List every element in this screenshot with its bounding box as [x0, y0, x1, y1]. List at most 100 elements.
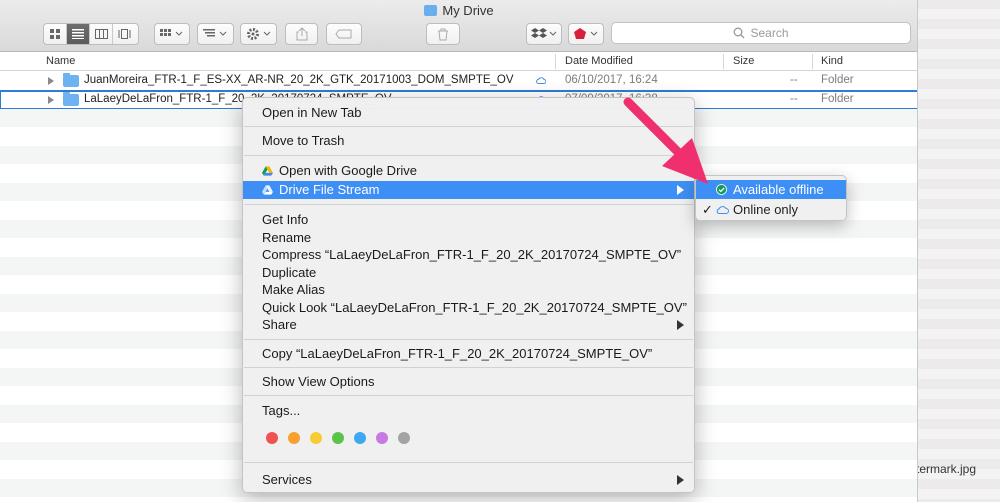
tag-color-dot[interactable]	[310, 432, 322, 444]
pointer-arrow-annotation	[623, 97, 708, 184]
column-date-header[interactable]: Date Modified	[565, 55, 633, 67]
view-mode-segmented	[43, 23, 139, 45]
folder-icon	[424, 5, 438, 16]
coverflow-view-icon[interactable]	[113, 24, 136, 44]
menu-item-duplicate[interactable]: Duplicate	[243, 264, 694, 282]
empty-row	[0, 498, 917, 502]
disclosure-triangle-icon[interactable]	[48, 96, 54, 104]
menu-separator	[244, 395, 693, 396]
desktop-stripe	[918, 269, 1000, 279]
menu-separator	[244, 367, 693, 368]
menu-separator	[244, 204, 693, 205]
search-icon	[734, 27, 745, 39]
folder-icon	[63, 73, 79, 87]
desktop-stripe	[918, 309, 1000, 319]
action-button[interactable]	[240, 23, 277, 45]
menu-item-label: Services	[262, 472, 312, 487]
desktop-stripe	[918, 489, 1000, 499]
cloud-icon	[716, 206, 729, 214]
submenu-item-label: Available offline	[733, 182, 824, 197]
menu-item-rename[interactable]: Rename	[243, 229, 694, 247]
list-header: Name Date Modified Size Kind	[0, 52, 917, 71]
gear-icon	[246, 28, 270, 40]
tag-color-dot[interactable]	[266, 432, 278, 444]
menu-item-share[interactable]: Share	[243, 316, 694, 334]
desktop-stripe	[918, 249, 1000, 259]
column-divider	[723, 54, 724, 69]
tag-color-dot[interactable]	[376, 432, 388, 444]
desktop-stripe	[918, 209, 1000, 219]
submenu-arrow-icon	[677, 475, 684, 485]
gem-extension-button[interactable]	[568, 23, 604, 45]
desktop-stripe	[918, 449, 1000, 459]
desktop-stripe	[918, 109, 1000, 119]
tag-color-dot[interactable]	[332, 432, 344, 444]
menu-item-label: Drive File Stream	[279, 182, 380, 197]
menu-item-compress[interactable]: Compress “LaLaeyDeLaFron_FTR-1_F_20_2K_2…	[243, 246, 694, 264]
sort-button[interactable]	[197, 23, 234, 45]
tag-color-dot[interactable]	[354, 432, 366, 444]
desktop-stripe	[918, 349, 1000, 359]
toolbar: My Drive Search	[0, 0, 917, 52]
drive-file-stream-icon	[262, 185, 273, 195]
column-view-icon[interactable]	[90, 24, 113, 44]
file-size: --	[790, 93, 798, 105]
column-size-header[interactable]: Size	[733, 55, 754, 67]
google-drive-icon	[262, 166, 273, 176]
tag-color-dot[interactable]	[288, 432, 300, 444]
search-field[interactable]: Search	[611, 22, 911, 44]
desktop-stripe	[918, 29, 1000, 39]
dropbox-icon	[531, 28, 557, 38]
menu-item-get-info[interactable]: Get Info	[243, 211, 694, 229]
desktop-stripe	[918, 189, 1000, 199]
desktop-stripe	[918, 229, 1000, 239]
search-placeholder: Search	[750, 26, 789, 40]
submenu-item-label: Online only	[733, 202, 799, 217]
menu-item-copy[interactable]: Copy “LaLaeyDeLaFron_FTR-1_F_20_2K_20170…	[243, 345, 694, 363]
tag-color-dot[interactable]	[398, 432, 410, 444]
trash-button[interactable]	[426, 23, 460, 45]
dropbox-button[interactable]	[526, 23, 562, 45]
list-view-icon[interactable]	[67, 24, 90, 44]
desktop-stripe	[918, 389, 1000, 399]
desktop-stripe	[918, 129, 1000, 139]
desktop-stripe	[918, 69, 1000, 79]
menu-item-label: Share	[262, 317, 297, 332]
column-divider	[555, 54, 556, 69]
column-name-header[interactable]: Name	[46, 55, 75, 67]
desktop-file-label[interactable]: termark.jpg	[916, 462, 976, 476]
share-button[interactable]	[285, 23, 318, 45]
column-kind-header[interactable]: Kind	[821, 55, 843, 67]
desktop-stripe	[918, 89, 1000, 99]
window-title: My Drive	[0, 3, 917, 18]
menu-item-tags[interactable]: Tags...	[243, 402, 694, 420]
share-icon	[296, 27, 307, 41]
submenu-item-online-only[interactable]: ✓ Online only	[696, 200, 846, 219]
desktop-stripe	[918, 429, 1000, 439]
column-divider	[812, 54, 813, 69]
tag-icon	[335, 29, 352, 39]
disclosure-triangle-icon[interactable]	[48, 77, 54, 85]
gem-icon	[574, 28, 598, 39]
file-kind: Folder	[821, 93, 854, 105]
file-kind: Folder	[821, 74, 854, 86]
desktop-stripe	[918, 9, 1000, 19]
menu-item-make-alias[interactable]: Make Alias	[243, 281, 694, 299]
desktop-stripe	[918, 49, 1000, 59]
menu-item-quick-look[interactable]: Quick Look “LaLaeyDeLaFron_FTR-1_F_20_2K…	[243, 299, 694, 317]
tag-button[interactable]	[326, 23, 362, 45]
menu-item-services[interactable]: Services	[243, 471, 694, 489]
desktop-stripe	[918, 149, 1000, 159]
arrange-button[interactable]	[154, 23, 190, 45]
menu-item-show-view-options[interactable]: Show View Options	[243, 373, 694, 391]
submenu-arrow-icon	[677, 320, 684, 330]
desktop-stripe	[918, 289, 1000, 299]
sort-icon	[202, 29, 226, 37]
desktop-background	[918, 0, 1000, 502]
menu-separator	[244, 462, 693, 463]
icon-view-icon[interactable]	[44, 24, 67, 44]
desktop-stripe	[918, 329, 1000, 339]
arrange-icon	[160, 29, 183, 36]
table-row[interactable]: JuanMoreira_FTR-1_F_ES-XX_AR-NR_20_2K_GT…	[0, 72, 917, 90]
file-size: --	[790, 74, 798, 86]
